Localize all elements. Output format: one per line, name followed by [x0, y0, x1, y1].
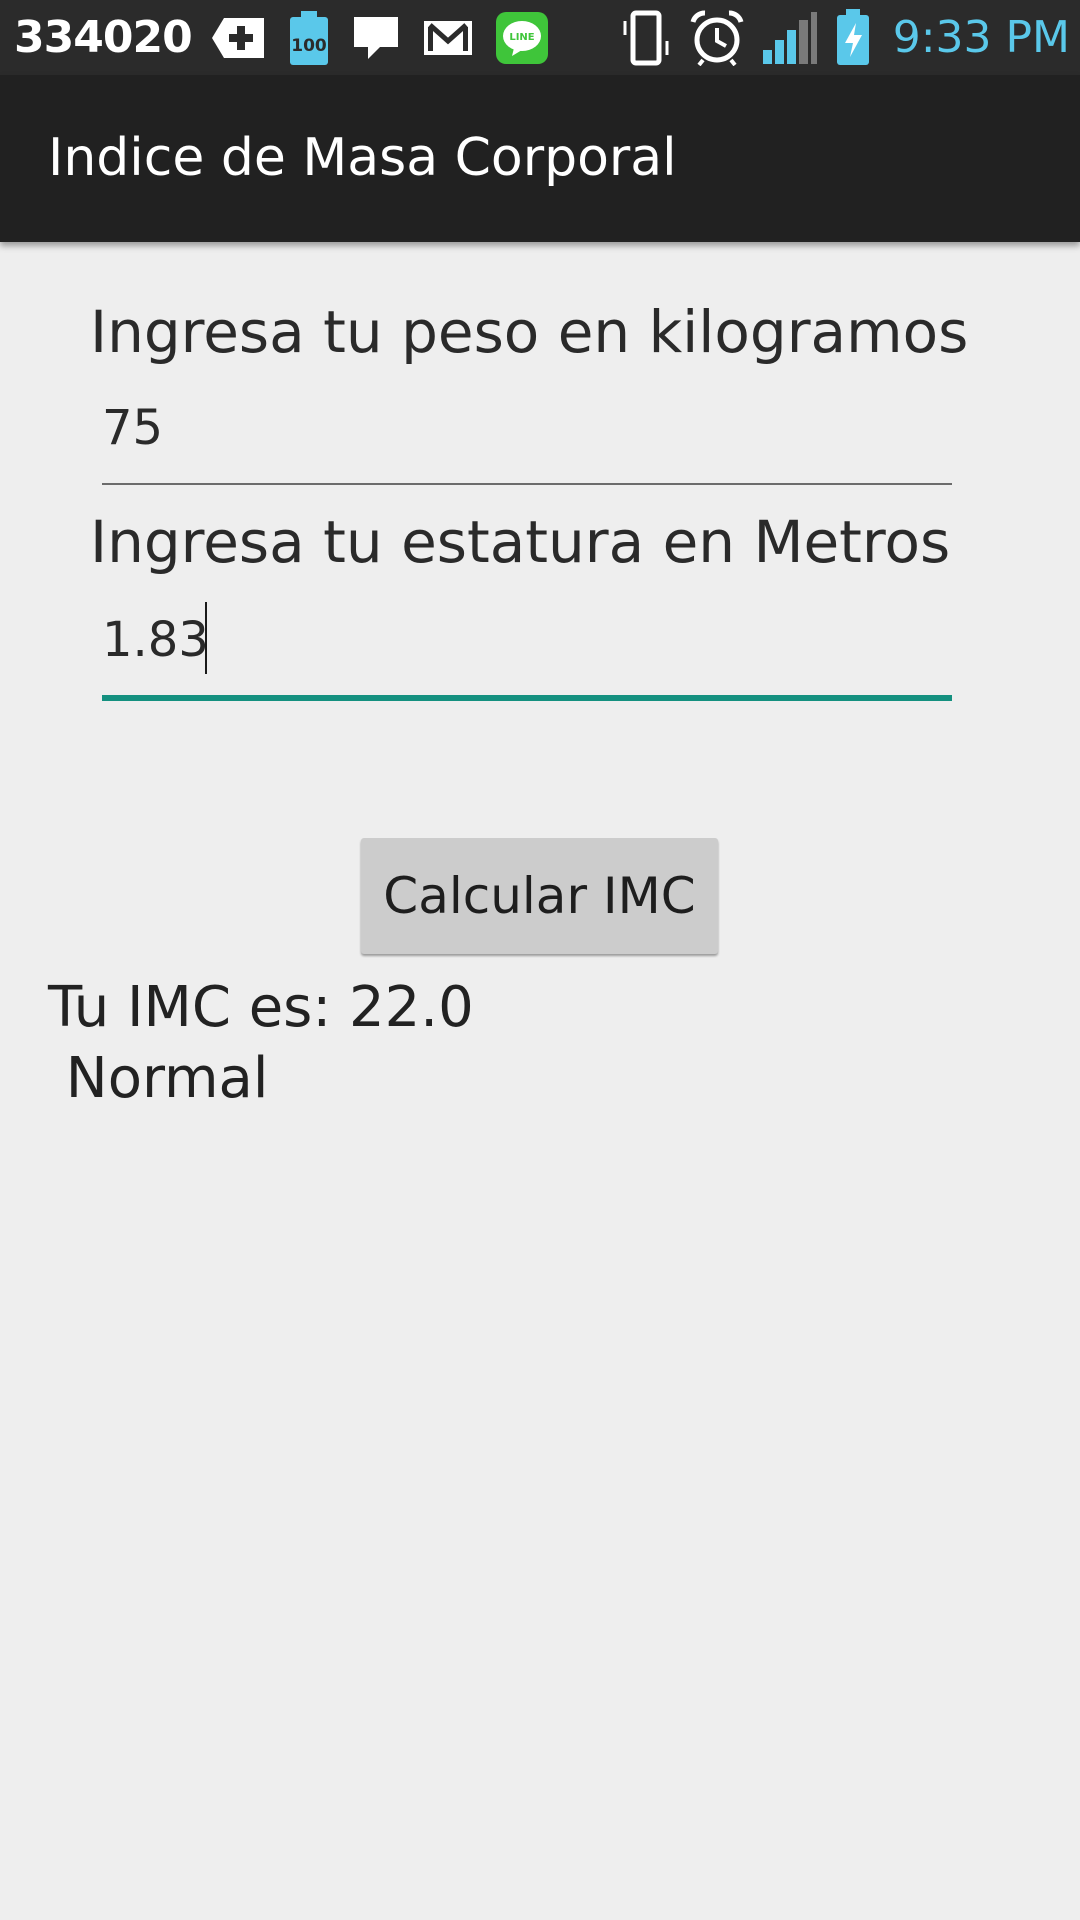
status-bar-left: 334020 100 LINE — [14, 0, 570, 75]
status-bar: 334020 100 LINE 9:33 PM — [0, 0, 1080, 75]
chat-bubble-icon — [352, 15, 400, 61]
height-input[interactable] — [102, 600, 952, 680]
height-input-underline-focused — [102, 695, 952, 701]
bmi-result-value: Tu IMC es: 22.0 — [48, 975, 474, 1040]
text-cursor — [205, 602, 207, 674]
line-app-icon: LINE — [495, 11, 548, 64]
medical-plus-icon — [210, 16, 266, 60]
battery-charging-icon — [835, 8, 871, 67]
svg-text:100: 100 — [291, 36, 327, 56]
weight-label: Ingresa tu peso en kilogramos — [90, 298, 969, 366]
action-bar: Indice de Masa Corporal — [0, 75, 1080, 242]
vibrate-icon — [619, 9, 673, 67]
app-title: Indice de Masa Corporal — [48, 128, 677, 188]
weight-input[interactable] — [102, 388, 952, 468]
alarm-icon — [689, 10, 745, 66]
gmail-icon — [422, 19, 474, 57]
signal-icon — [761, 10, 819, 66]
bmi-result-category: Normal — [48, 1046, 269, 1111]
height-label: Ingresa tu estatura en Metros — [90, 508, 951, 576]
battery-100-icon: 100 — [288, 10, 330, 65]
status-bar-right: 9:33 PM — [619, 0, 1070, 75]
status-notification-number: 334020 — [14, 12, 193, 63]
svg-text:LINE: LINE — [509, 32, 534, 43]
weight-input-underline — [102, 483, 952, 485]
calculate-bmi-button[interactable]: Calcular IMC — [361, 838, 718, 954]
status-time: 9:33 PM — [892, 12, 1070, 63]
